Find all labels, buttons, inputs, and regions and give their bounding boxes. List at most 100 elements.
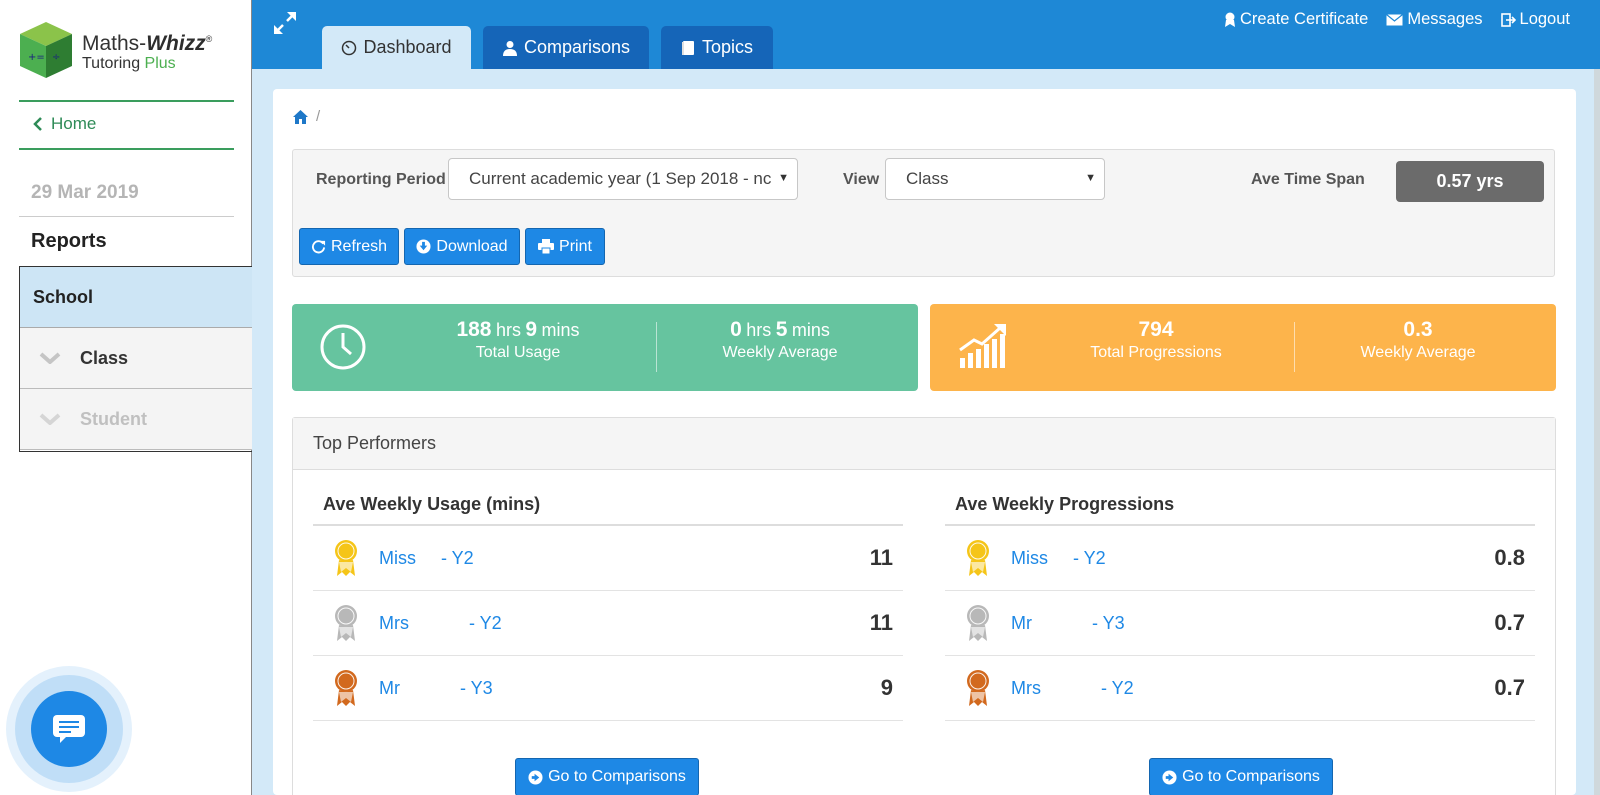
reporting-period-label: Reporting Period — [316, 171, 446, 188]
performer-value: 0.8 — [1494, 545, 1525, 570]
total-progressions-label: Total Progressions — [1090, 344, 1222, 361]
current-date: 29 Mar 2019 — [31, 182, 139, 203]
table-row: Miss - Y2 11 — [313, 526, 903, 591]
table-row: Mr - Y3 9 — [313, 656, 903, 721]
envelope-icon — [1386, 13, 1404, 25]
silver-medal-icon — [313, 603, 379, 643]
breadcrumb: / — [293, 108, 320, 125]
nav-item-school[interactable]: School — [20, 267, 253, 328]
dropdown-arrow-icon: ▼ — [778, 172, 789, 184]
home-icon[interactable] — [293, 109, 308, 124]
gold-medal-icon — [313, 538, 379, 578]
performer-link[interactable]: Miss - Y2 — [1011, 548, 1106, 569]
progress-leaderboard-title: Ave Weekly Progressions — [945, 484, 1535, 526]
logo-cube-icon: += ÷ — [18, 20, 74, 80]
dropdown-arrow-icon: ▼ — [1085, 172, 1096, 184]
go-to-comparisons-button[interactable]: Go to Comparisons — [1149, 758, 1333, 795]
logout-link[interactable]: Logout — [1500, 10, 1570, 29]
dashboard-icon — [342, 40, 357, 55]
table-row: Miss - Y2 0.8 — [945, 526, 1535, 591]
table-row: Mrs - Y2 0.7 — [945, 656, 1535, 721]
brand-name-2: Whizz — [146, 31, 206, 55]
performer-link[interactable]: Mr - Y3 — [1011, 613, 1125, 634]
print-button[interactable]: Print — [525, 228, 605, 265]
chat-launcher[interactable] — [6, 666, 132, 792]
refresh-icon — [311, 240, 326, 254]
weekly-usage-label: Weekly Average — [722, 344, 838, 361]
user-icon — [502, 40, 517, 56]
maths-whizz-logo[interactable]: += ÷ Maths-Whizz® Tutoring Plus — [18, 20, 212, 80]
table-row: Mrs - Y2 11 — [313, 591, 903, 656]
weekly-progressions-label: Weekly Average — [1360, 344, 1476, 361]
bronze-medal-icon — [313, 668, 379, 708]
performer-link[interactable]: Mrs - Y2 — [1011, 678, 1134, 699]
expand-icon[interactable] — [272, 10, 298, 41]
total-usage-label: Total Usage — [475, 344, 561, 361]
ave-time-span-value: 0.57 yrs — [1396, 161, 1544, 202]
logout-icon — [1500, 12, 1516, 27]
ave-time-span-label: Ave Time Span — [1251, 171, 1365, 188]
reporting-period-select[interactable]: Current academic year (1 Sep 2018 - nc ▼ — [448, 158, 798, 200]
total-progressions-stat: 794 Total Progressions — [1056, 318, 1256, 362]
printer-icon — [538, 239, 555, 254]
progress-leaderboard: Ave Weekly Progressions Miss - Y2 0.8 Mr… — [945, 484, 1535, 721]
performer-value: 11 — [869, 545, 893, 570]
usage-leaderboard-title: Ave Weekly Usage (mins) — [313, 484, 903, 526]
performer-value: 0.7 — [1494, 675, 1525, 700]
performer-link[interactable]: Mrs - Y2 — [379, 613, 502, 634]
usage-leaderboard: Ave Weekly Usage (mins) Miss - Y2 11 Mrs… — [313, 484, 903, 721]
reports-heading: Reports — [31, 230, 107, 252]
top-performers-panel: Top Performers Ave Weekly Usage (mins) M… — [292, 417, 1556, 795]
nav-student-label: Student — [80, 408, 147, 429]
registered-mark: ® — [205, 33, 213, 44]
tab-topics[interactable]: Topics — [661, 26, 773, 69]
divider — [19, 100, 234, 102]
top-bar: Dashboard Comparisons Topics Create Cert… — [252, 0, 1600, 69]
brand-tag-2: Plus — [144, 54, 176, 72]
view-select[interactable]: Class ▼ — [885, 158, 1105, 200]
breadcrumb-separator: / — [316, 108, 321, 125]
chevron-down-icon — [20, 413, 80, 425]
scrollbar[interactable] — [1594, 69, 1600, 795]
award-icon — [1224, 12, 1235, 27]
tab-comparisons-label: Comparisons — [523, 37, 631, 57]
nav-class-label: Class — [80, 347, 129, 368]
tab-dashboard[interactable]: Dashboard — [322, 26, 471, 69]
performer-link[interactable]: Mr - Y3 — [379, 678, 493, 699]
bronze-medal-icon — [945, 668, 1011, 708]
sidebar: += ÷ Maths-Whizz® Tutoring Plus Home 29 … — [0, 0, 253, 795]
weekly-usage-stat: 0 hrs 5 mins Weekly Average — [680, 318, 880, 362]
divider — [19, 216, 234, 217]
nav-item-student[interactable]: Student — [20, 389, 253, 450]
table-row: Mr - Y3 0.7 — [945, 591, 1535, 656]
divider — [19, 148, 234, 150]
arrow-circle-right-icon — [1162, 769, 1177, 785]
gold-medal-icon — [945, 538, 1011, 578]
performer-value: 9 — [880, 675, 893, 700]
silver-medal-icon — [945, 603, 1011, 643]
arrow-circle-right-icon — [528, 769, 543, 785]
download-icon — [416, 239, 431, 254]
refresh-button[interactable]: Refresh — [299, 228, 399, 265]
performer-value: 11 — [869, 610, 893, 635]
nav-item-class[interactable]: Class — [20, 328, 253, 389]
svg-text:÷: ÷ — [52, 52, 60, 63]
view-label: View — [843, 171, 880, 188]
download-button[interactable]: Download — [404, 228, 520, 265]
messages-link[interactable]: Messages — [1386, 10, 1483, 29]
home-link[interactable]: Home — [33, 114, 96, 134]
tab-topics-label: Topics — [701, 37, 754, 57]
performer-value: 0.7 — [1494, 610, 1525, 635]
chevron-down-icon — [20, 352, 80, 364]
tab-comparisons[interactable]: Comparisons — [483, 26, 649, 69]
brand-name-1: Maths- — [82, 31, 147, 55]
performer-link[interactable]: Miss - Y2 — [379, 548, 474, 569]
report-filters: Reporting Period Current academic year (… — [292, 149, 1555, 277]
home-label: Home — [51, 114, 97, 133]
svg-text:+=: += — [28, 52, 45, 63]
create-certificate-link[interactable]: Create Certificate — [1224, 10, 1368, 29]
go-to-comparisons-button[interactable]: Go to Comparisons — [515, 758, 699, 795]
top-performers-title: Top Performers — [293, 418, 1555, 470]
weekly-progressions-stat: 0.3 Weekly Average — [1318, 318, 1518, 362]
nav-school-label: School — [33, 286, 94, 307]
